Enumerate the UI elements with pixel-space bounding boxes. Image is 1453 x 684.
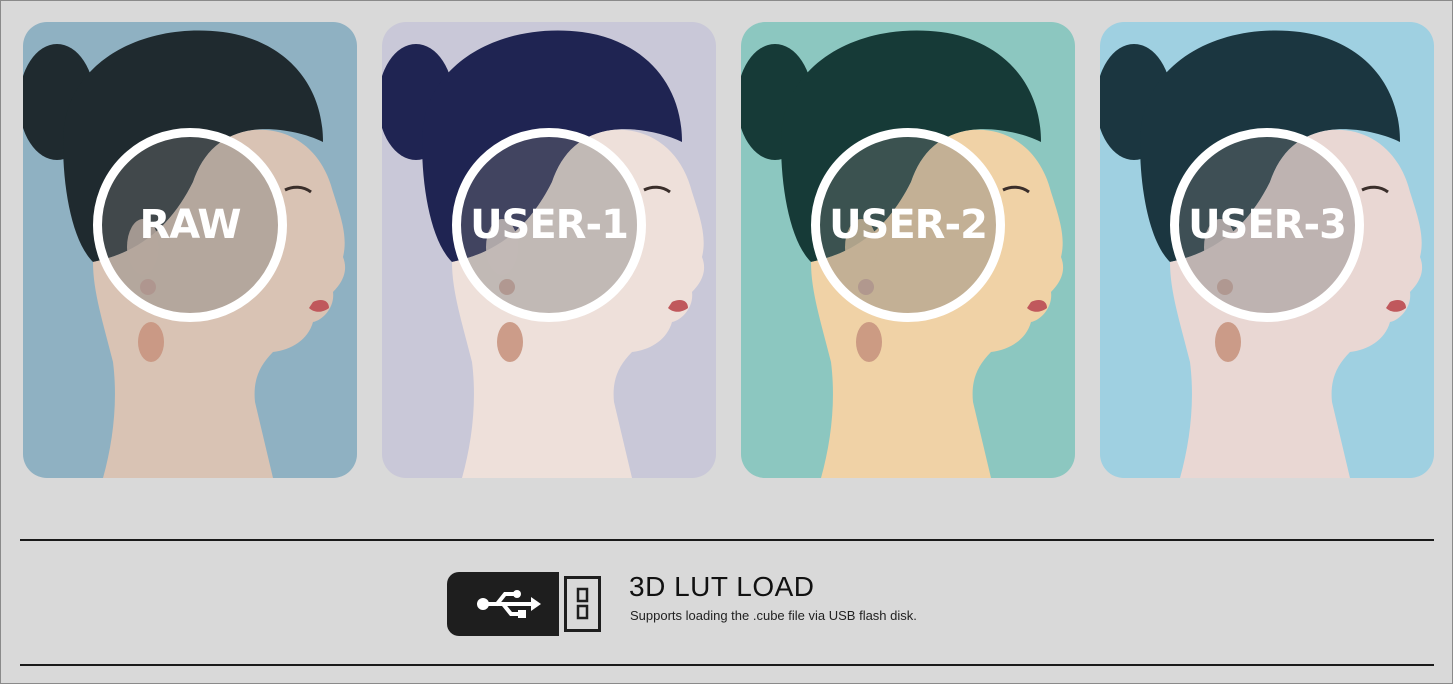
preset-tile-user-2: USER-2 — [741, 22, 1075, 478]
usb-drive-body — [447, 572, 559, 636]
top-divider — [20, 539, 1434, 541]
preset-label: USER-3 — [1188, 202, 1347, 248]
bottom-divider — [20, 664, 1434, 666]
feature-title: 3D LUT LOAD — [629, 571, 815, 602]
preset-badge: USER-2 — [811, 128, 1005, 322]
preset-badge: USER-1 — [452, 128, 646, 322]
preset-badge: USER-3 — [1170, 128, 1364, 322]
feature-subtitle: Supports loading the .cube file via USB … — [630, 608, 917, 623]
preset-tile-user-3: USER-3 — [1100, 22, 1434, 478]
lut-preset-banner: RAW USER-1 USER-2 USER-3 3D LUT LOAD Sup… — [0, 0, 1453, 684]
preset-label: RAW — [139, 202, 241, 248]
preset-badge: RAW — [93, 128, 287, 322]
usb-connector — [564, 576, 601, 632]
preset-label: USER-1 — [470, 202, 629, 248]
preset-gallery: RAW USER-1 USER-2 USER-3 — [23, 22, 1435, 478]
preset-tile-raw: RAW — [23, 22, 357, 478]
usb-symbol-icon — [477, 590, 541, 618]
preset-tile-user-1: USER-1 — [382, 22, 716, 478]
preset-label: USER-2 — [829, 202, 988, 248]
